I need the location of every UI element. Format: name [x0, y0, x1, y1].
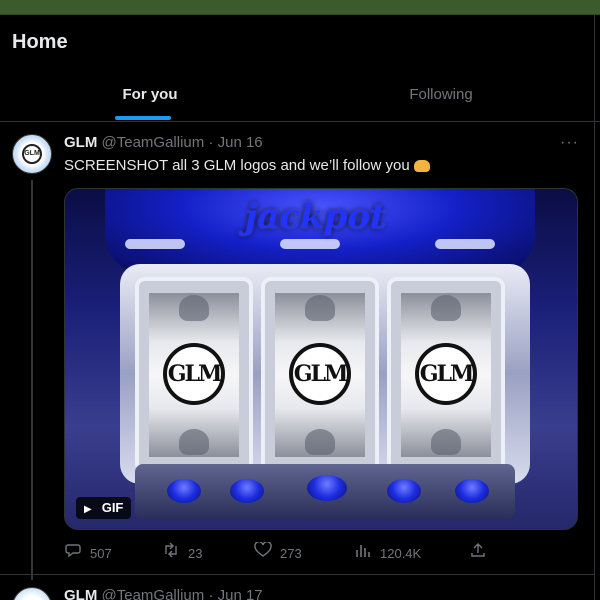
reel-window: GLM	[261, 277, 379, 473]
post-text: SCREENSHOT all 3 GLM logos and we’ll fol…	[64, 157, 430, 174]
reel-face-icon	[431, 429, 461, 455]
repost-button[interactable]: 23	[162, 542, 202, 564]
tab-following[interactable]: Following	[300, 75, 582, 121]
next-post[interactable]: GLM @TeamGallium · Jun 17	[0, 575, 594, 600]
reel: GLM	[401, 293, 491, 457]
play-icon: ▶	[84, 504, 92, 515]
author-handle[interactable]: @TeamGallium	[102, 587, 205, 600]
reel-face-icon	[179, 429, 209, 455]
meta-separator: ·	[208, 587, 214, 600]
reel: GLM	[149, 293, 239, 457]
browser-top-strip	[0, 0, 600, 15]
jackpot-sign: jackpot	[245, 197, 386, 237]
home-header: Home For you Following	[0, 15, 600, 122]
post-date[interactable]: Jun 17	[218, 587, 263, 600]
handshake-icon	[413, 160, 430, 173]
reply-count: 507	[90, 546, 112, 561]
avatar[interactable]	[12, 587, 52, 600]
reel-face-icon	[305, 429, 335, 455]
like-count: 273	[280, 546, 302, 561]
tab-for-you[interactable]: For you	[0, 75, 300, 121]
repost-icon	[162, 542, 180, 565]
slot-rail-center	[280, 239, 340, 249]
glm-logo: GLM	[415, 343, 477, 405]
avatar[interactable]: GLM	[12, 134, 52, 174]
repost-count: 23	[188, 546, 203, 561]
slot-button-icon	[387, 479, 421, 503]
glm-logo: GLM	[289, 343, 351, 405]
slot-rail-right	[435, 239, 495, 249]
views-icon	[354, 542, 372, 565]
timeline-tabs: For you Following	[0, 75, 600, 121]
share-icon	[469, 542, 487, 565]
gif-badge-label: GIF	[101, 500, 124, 515]
post-header: GLM @TeamGallium · Jun 16	[64, 134, 263, 151]
reel-face-icon	[431, 295, 461, 321]
tab-for-you-label: For you	[122, 86, 178, 103]
thread-line	[31, 180, 33, 580]
author-name[interactable]: GLM	[64, 134, 97, 151]
view-count: 120.4K	[380, 546, 422, 561]
post-date[interactable]: Jun 16	[218, 134, 263, 151]
slot-button-icon	[455, 479, 489, 503]
slot-rail-left	[125, 239, 185, 249]
avatar-logo: GLM	[22, 144, 42, 164]
reel-face-icon	[305, 295, 335, 321]
slot-button-icon	[230, 479, 264, 503]
slot-button-icon	[167, 479, 201, 503]
gif-play-button[interactable]: ▶ GIF	[76, 497, 132, 519]
post-header: GLM @TeamGallium · Jun 17	[64, 587, 263, 600]
author-name[interactable]: GLM	[64, 587, 97, 600]
author-handle[interactable]: @TeamGallium	[102, 134, 205, 151]
slot-button-icon	[307, 475, 347, 501]
views-button[interactable]: 120.4K	[354, 542, 421, 564]
page-title: Home	[12, 31, 68, 53]
glm-logo: GLM	[163, 343, 225, 405]
gif-media[interactable]: jackpot GLM GLM GLM ▶ GIF	[64, 188, 578, 530]
share-button[interactable]	[469, 542, 495, 564]
active-tab-indicator	[115, 116, 171, 120]
meta-separator: ·	[208, 134, 214, 151]
post-actions: 507 23 273 120.4K	[64, 541, 495, 565]
column-border	[594, 15, 595, 600]
more-icon[interactable]: ···	[560, 134, 579, 152]
post-text-content: SCREENSHOT all 3 GLM logos and we’ll fol…	[64, 157, 410, 174]
reel: GLM	[275, 293, 365, 457]
like-button[interactable]: 273	[254, 541, 302, 565]
reel-window: GLM	[387, 277, 505, 473]
heart-icon	[254, 541, 272, 565]
reel-window: GLM	[135, 277, 253, 473]
reel-face-icon	[179, 295, 209, 321]
reply-button[interactable]: 507	[64, 542, 112, 564]
post[interactable]: GLM GLM @TeamGallium · Jun 16 ··· SCREEN…	[0, 122, 594, 580]
reply-icon	[64, 542, 82, 565]
tab-following-label: Following	[409, 86, 473, 103]
